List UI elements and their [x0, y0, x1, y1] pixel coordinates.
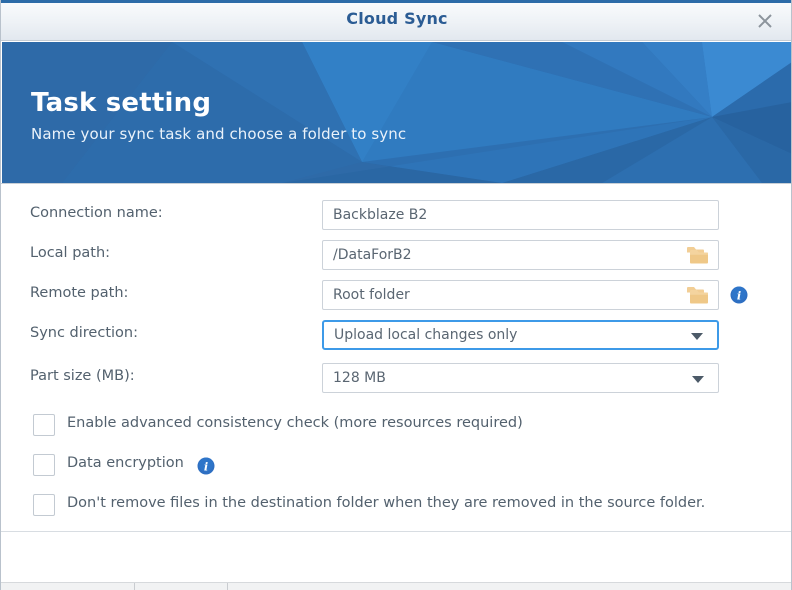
close-icon[interactable] [751, 7, 779, 35]
svg-text:i: i [737, 288, 741, 302]
taskbar-divider-2 [227, 583, 228, 590]
svg-text:i: i [204, 459, 208, 473]
remote-path-value: Root folder [333, 287, 410, 303]
form-row-local-path: Local path: /DataForB2 [1, 240, 791, 270]
dialog-footer: Back Next Cancel [1, 532, 791, 582]
banner-subheading: Name your sync task and choose a folder … [31, 125, 407, 143]
form-area: Connection name: Backblaze B2 Local path… [1, 184, 791, 531]
dialog-title: Cloud Sync [346, 9, 448, 28]
scrollbar-track[interactable] [753, 190, 768, 520]
form-row-sync-direction: Sync direction: Upload local changes onl… [1, 320, 791, 350]
checkbox-row-dont-remove-files: Don't remove files in the destination fo… [1, 492, 791, 520]
sync-direction-value: Upload local changes only [334, 327, 518, 343]
checkbox-data-encryption[interactable] [33, 454, 55, 476]
connection-name-input[interactable]: Backblaze B2 [322, 200, 719, 230]
dialog-banner: Task setting Name your sync task and cho… [2, 42, 791, 183]
remote-path-input[interactable]: Root folder [322, 280, 719, 310]
form-row-connection-name: Connection name: Backblaze B2 [1, 200, 791, 230]
background-taskbar-sliver [1, 582, 791, 590]
part-size-value: 128 MB [333, 370, 386, 386]
checkbox-label-dont-remove-files: Don't remove files in the destination fo… [67, 495, 706, 511]
form-row-remote-path: Remote path: Root folder i [1, 280, 791, 310]
checkbox-row-consistency-check: Enable advanced consistency check (more … [1, 412, 791, 440]
label-part-size: Part size (MB): [30, 368, 135, 384]
checkbox-row-data-encryption: Data encryption i [1, 452, 791, 480]
dialog-titlebar: Cloud Sync [1, 0, 791, 41]
connection-name-value: Backblaze B2 [333, 207, 428, 223]
checkbox-label-data-encryption: Data encryption [67, 455, 184, 471]
checkbox-advanced-consistency-check[interactable] [33, 414, 55, 436]
info-icon[interactable]: i [730, 286, 748, 304]
cloud-sync-dialog: Cloud Sync Task setting Name your sync t… [0, 0, 792, 590]
label-connection-name: Connection name: [30, 205, 163, 221]
label-local-path: Local path: [30, 245, 111, 261]
checkbox-label-advanced-consistency-check: Enable advanced consistency check (more … [67, 415, 523, 431]
part-size-select[interactable]: 128 MB [322, 363, 719, 393]
form-row-part-size: Part size (MB): 128 MB [1, 363, 791, 393]
label-sync-direction: Sync direction: [30, 325, 138, 341]
local-path-input[interactable]: /DataForB2 [322, 240, 719, 270]
banner-heading: Task setting [31, 88, 212, 118]
folder-icon[interactable] [685, 285, 713, 306]
label-remote-path: Remote path: [30, 285, 129, 301]
checkbox-dont-remove-files[interactable] [33, 494, 55, 516]
titlebar-accent-line [1, 0, 791, 3]
sync-direction-select[interactable]: Upload local changes only [322, 320, 719, 350]
chevron-down-icon[interactable] [691, 322, 709, 352]
info-icon[interactable]: i [197, 457, 215, 475]
taskbar-divider-1 [134, 583, 135, 590]
local-path-value: /DataForB2 [333, 247, 412, 263]
chevron-down-icon[interactable] [692, 364, 710, 394]
folder-icon[interactable] [685, 245, 713, 266]
